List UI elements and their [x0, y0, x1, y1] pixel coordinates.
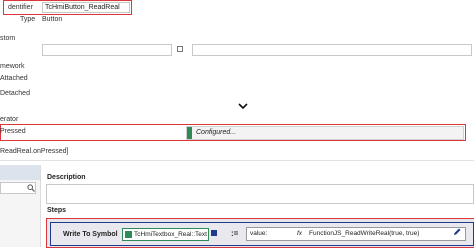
operator-label: erator [0, 116, 19, 123]
checkbox-icon[interactable] [177, 46, 183, 52]
custom-field-left[interactable] [42, 44, 172, 56]
symbol-button[interactable] [211, 230, 217, 236]
left-panel [0, 165, 41, 247]
configured-indicator [187, 127, 192, 139]
custom-field-right[interactable] [192, 44, 472, 56]
search-icon[interactable] [27, 184, 35, 192]
pressed-label: Pressed [0, 128, 26, 135]
detached-label: Detached [0, 90, 30, 97]
type-value: Button [42, 16, 63, 23]
pressed-field[interactable]: Configured... [186, 126, 464, 140]
symbol-chip[interactable]: TcHmiTextbox_Real::Text [122, 228, 209, 241]
attached-label: Attached [0, 75, 28, 82]
pressed-value: Configured... [196, 129, 237, 136]
event-path: ReadReal.onPressed] [0, 148, 69, 155]
description-input[interactable] [46, 184, 474, 204]
divider [0, 160, 474, 161]
edit-icon[interactable] [452, 227, 462, 237]
framework-label: mework [0, 63, 25, 70]
identifier-value: TcHmiButton_ReadReal [45, 4, 120, 11]
step-action: Write To Symbol [63, 231, 118, 238]
value-field[interactable]: value: fx FunctionJS_ReadWriteReal(true,… [246, 227, 466, 241]
type-label: Type [20, 16, 36, 23]
function-value: FunctionJS_ReadWriteReal(true, true) [309, 230, 420, 237]
steps-label: Steps [47, 207, 67, 214]
symbol-name: TcHmiTextbox_Real::Text [134, 231, 207, 238]
step-row[interactable]: Write To Symbol TcHmiTextbox_Real::Text … [46, 218, 474, 248]
identifier-input[interactable]: TcHmiButton_ReadReal [42, 2, 130, 13]
fx-icon: fx [297, 230, 303, 237]
value-label: value: [250, 230, 268, 237]
description-label: Description [47, 174, 86, 181]
left-panel-header [0, 165, 40, 180]
custom-label: stom [0, 35, 16, 42]
symbol-icon [125, 231, 132, 238]
chevron-down-icon[interactable] [238, 102, 248, 110]
assign-operator: := [231, 229, 239, 238]
